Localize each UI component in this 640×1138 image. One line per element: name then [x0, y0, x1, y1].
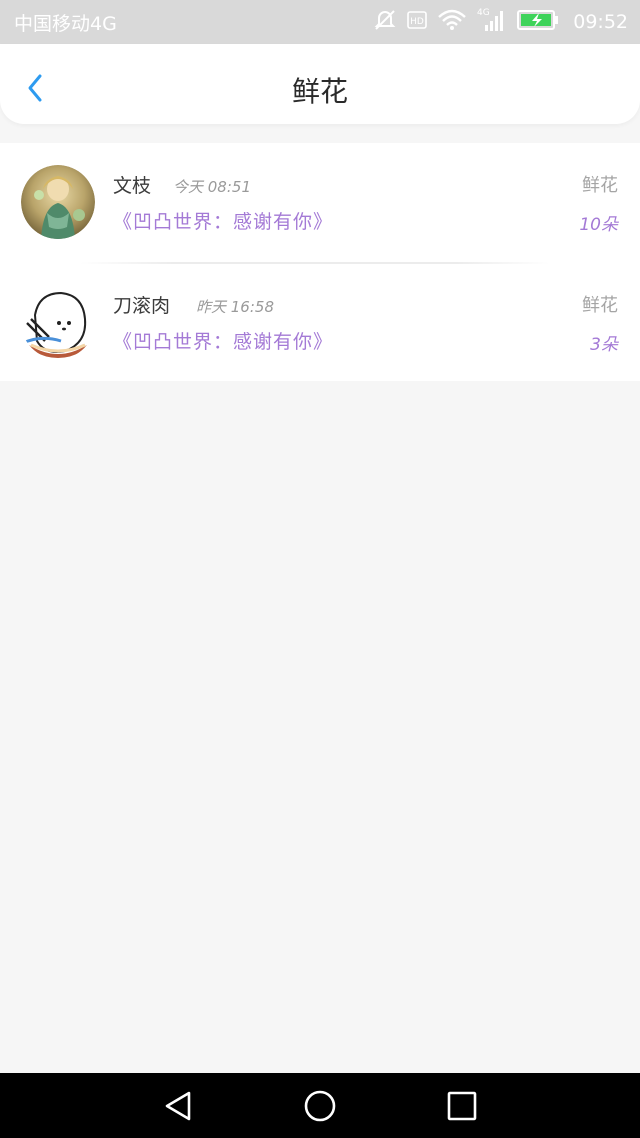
clock: 09:52 — [573, 11, 628, 33]
network-type-label: 4G — [477, 8, 490, 18]
home-circle-icon — [304, 1090, 336, 1122]
hd-icon: HD — [407, 11, 428, 33]
timestamp: 今天 08:51 — [173, 178, 251, 196]
battery-charging-icon — [517, 9, 559, 35]
gift-type: 鲜花 — [582, 175, 618, 196]
carrier-label: 中国移动4G — [14, 13, 117, 35]
recents-square-icon — [447, 1091, 477, 1121]
sender-name: 刀滚肉 — [113, 295, 171, 317]
wifi-icon — [437, 9, 467, 35]
gift-type: 鲜花 — [582, 295, 618, 316]
page-title: 鲜花 — [291, 75, 348, 108]
sender-name: 文枝 — [113, 175, 152, 197]
gift-count: 3朵 — [590, 335, 618, 355]
mute-icon — [373, 9, 397, 35]
nav-recents-button[interactable] — [445, 1089, 479, 1123]
signal-icon: 4G — [477, 7, 507, 37]
list-item[interactable]: 刀滚肉 昨天 16:58 《凹凸世界：感谢有你》 鲜花 3朵 — [0, 262, 640, 381]
avatar[interactable] — [21, 285, 95, 359]
list-item[interactable]: 文枝 今天 08:51 《凹凸世界：感谢有你》 鲜花 10朵 — [0, 143, 640, 264]
system-nav-bar — [0, 1073, 640, 1138]
nav-home-button[interactable] — [303, 1089, 337, 1123]
back-triangle-icon — [165, 1091, 191, 1121]
gift-count: 10朵 — [579, 215, 618, 235]
gift-list: 文枝 今天 08:51 《凹凸世界：感谢有你》 鲜花 10朵 刀滚肉 昨天 16… — [0, 143, 640, 381]
book-title-link[interactable]: 《凹凸世界：感谢有你》 — [113, 207, 333, 234]
svg-text:HD: HD — [410, 17, 424, 27]
book-title-link[interactable]: 《凹凸世界：感谢有你》 — [113, 327, 333, 354]
nav-back-button[interactable] — [161, 1089, 195, 1123]
app-header: 鲜花 — [0, 44, 640, 124]
timestamp: 昨天 16:58 — [196, 298, 274, 316]
status-bar: 中国移动4G HD 4G 09:52 — [0, 0, 640, 44]
status-icons: HD 4G 09:52 — [373, 8, 628, 36]
avatar[interactable] — [21, 165, 95, 239]
